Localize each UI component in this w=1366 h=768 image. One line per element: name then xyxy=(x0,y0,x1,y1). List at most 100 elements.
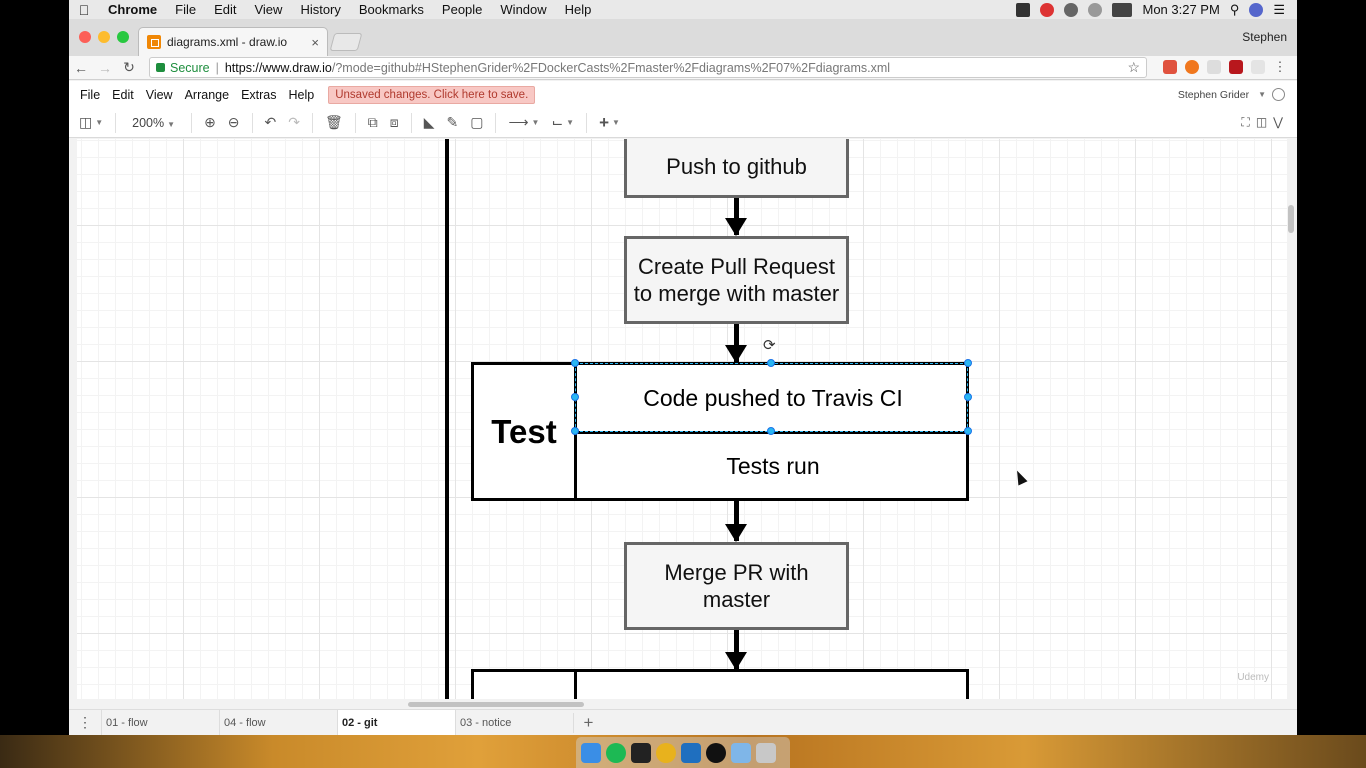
swimlane-divider-line[interactable] xyxy=(445,139,449,699)
resize-handle-s[interactable] xyxy=(767,427,775,435)
zoom-in-icon[interactable]: ⊕ xyxy=(204,114,216,131)
obs-icon[interactable] xyxy=(706,742,726,763)
notification-center-icon[interactable]: ☰ xyxy=(1273,2,1285,18)
mac-menu-app[interactable]: Chrome xyxy=(99,2,166,17)
browser-profile[interactable]: Stephen xyxy=(1242,30,1287,44)
pages-menu-icon[interactable]: ⋮ xyxy=(69,714,101,731)
bookmark-star-icon[interactable]: ☆ xyxy=(1127,59,1140,76)
downloads-folder-icon[interactable] xyxy=(731,742,751,763)
siri-icon[interactable] xyxy=(1249,2,1264,17)
vscode-icon[interactable] xyxy=(681,742,701,763)
back-arrow-icon[interactable]: ← xyxy=(69,60,93,76)
extension-gray-icon[interactable] xyxy=(1251,60,1265,74)
horizontal-scrollbar[interactable] xyxy=(408,702,584,707)
new-tab-button[interactable] xyxy=(329,33,363,51)
ublock-shield-icon[interactable] xyxy=(1229,60,1243,74)
zoom-level-select[interactable]: 200% ▼ xyxy=(132,116,175,130)
spotify-icon[interactable] xyxy=(606,742,626,763)
resize-handle-w[interactable] xyxy=(571,393,579,401)
reload-icon[interactable]: ↻ xyxy=(117,59,141,76)
tests-run-label[interactable]: Tests run xyxy=(577,434,969,498)
deploy-group[interactable]: Code pushed to Travis CI xyxy=(471,669,969,699)
merge-pr-box[interactable]: Merge PR with master xyxy=(624,542,849,630)
push-to-github-box[interactable]: Push to github xyxy=(624,139,849,198)
drawio-menu-arrange[interactable]: Arrange xyxy=(179,88,235,102)
mac-menu-file[interactable]: File xyxy=(166,2,205,17)
format-panel-toggle-icon[interactable]: ◫ ▼ xyxy=(79,114,103,131)
mac-menu-history[interactable]: History xyxy=(291,2,349,17)
line-color-icon[interactable]: ✎ xyxy=(446,114,458,131)
diagram-canvas[interactable]: Push to github Create Pull Request to me… xyxy=(77,139,1287,699)
page-tab-03-notice[interactable]: 03 - notice xyxy=(455,709,573,735)
page-tab-01-flow[interactable]: 01 - flow xyxy=(101,709,219,735)
create-pull-request-box[interactable]: Create Pull Request to merge with master xyxy=(624,236,849,324)
page-tab-04-flow[interactable]: 04 - flow xyxy=(219,709,337,735)
spotlight-search-icon[interactable]: ⚲ xyxy=(1230,2,1240,18)
zoom-window-button[interactable] xyxy=(117,31,129,43)
to-back-icon[interactable]: ⧈ xyxy=(390,114,399,131)
apple-icon[interactable]:  xyxy=(69,2,99,18)
terminal-icon[interactable] xyxy=(631,742,651,763)
extension-orange-icon[interactable] xyxy=(1185,60,1199,74)
glasses-icon[interactable] xyxy=(1064,2,1079,17)
resize-handle-ne[interactable] xyxy=(964,359,972,367)
unsaved-changes-button[interactable]: Unsaved changes. Click here to save. xyxy=(328,85,536,104)
drawio-menu-help[interactable]: Help xyxy=(283,88,321,102)
shadow-icon[interactable]: ▢ xyxy=(470,114,483,131)
arrow-test-to-merge[interactable] xyxy=(725,501,747,542)
chrome-icon[interactable] xyxy=(656,742,676,763)
docker-icon[interactable] xyxy=(1016,2,1031,17)
language-globe-icon[interactable] xyxy=(1272,88,1285,101)
vertical-scrollbar[interactable] xyxy=(1288,205,1294,233)
browser-tab-active[interactable]: diagrams.xml - draw.io × xyxy=(138,27,328,56)
wifi-icon[interactable] xyxy=(1088,2,1103,17)
minimize-window-button[interactable] xyxy=(98,31,110,43)
insert-plus-icon[interactable]: + ▼ xyxy=(599,113,620,133)
rotate-handle-icon[interactable]: ⟳ xyxy=(763,336,776,354)
battery-icon[interactable] xyxy=(1112,2,1133,17)
mac-menu-bookmarks[interactable]: Bookmarks xyxy=(350,2,433,17)
arrow-merge-to-deploy[interactable] xyxy=(725,630,747,670)
extension-red-icon[interactable] xyxy=(1163,60,1177,74)
finder-icon[interactable] xyxy=(581,742,601,763)
drawio-user-menu[interactable]: Stephen Grider ▼ xyxy=(1178,88,1285,101)
connection-style-icon[interactable]: ⟶ ▼ xyxy=(508,114,539,131)
tab-close-icon[interactable]: × xyxy=(311,35,319,50)
add-page-plus-icon[interactable]: + xyxy=(573,712,603,733)
format-panel-icon[interactable]: ◫ xyxy=(1256,115,1267,130)
collapse-chevron-icon[interactable]: ⋁ xyxy=(1273,115,1283,130)
deploy-row-label[interactable]: Code pushed to Travis CI xyxy=(577,682,969,700)
arrow-pr-to-test[interactable] xyxy=(725,324,747,363)
resize-handle-sw[interactable] xyxy=(571,427,579,435)
drawio-menu-file[interactable]: File xyxy=(69,88,106,102)
zoom-out-icon[interactable]: ⊖ xyxy=(228,114,240,131)
page-tab-02-git[interactable]: 02 - git xyxy=(337,709,455,735)
drawio-menu-edit[interactable]: Edit xyxy=(106,88,140,102)
drawio-menu-view[interactable]: View xyxy=(140,88,179,102)
resize-handle-e[interactable] xyxy=(964,393,972,401)
creative-cloud-icon[interactable] xyxy=(1040,2,1055,17)
forward-arrow-icon[interactable]: → xyxy=(93,60,117,76)
trash-icon[interactable] xyxy=(756,742,776,763)
mac-menu-window[interactable]: Window xyxy=(491,2,555,17)
chrome-menu-icon[interactable]: ⋮ xyxy=(1273,60,1287,74)
resize-handle-se[interactable] xyxy=(964,427,972,435)
redo-icon[interactable]: ↷ xyxy=(288,114,300,131)
mac-menu-edit[interactable]: Edit xyxy=(205,2,245,17)
arrow-push-to-pr[interactable] xyxy=(725,198,747,236)
waypoints-icon[interactable]: ⌙ ▼ xyxy=(551,114,574,131)
resize-handle-nw[interactable] xyxy=(571,359,579,367)
undo-icon[interactable]: ↶ xyxy=(265,114,277,131)
to-front-icon[interactable]: ⧉ xyxy=(368,114,378,131)
delete-trash-icon[interactable]: 🗑 xyxy=(325,114,343,131)
extension-css-icon[interactable] xyxy=(1207,60,1221,74)
fill-color-icon[interactable]: ◣ xyxy=(424,114,435,131)
mac-menu-people[interactable]: People xyxy=(433,2,491,17)
url-input[interactable]: Secure | https://www.draw.io /?mode=gith… xyxy=(149,57,1147,78)
drawio-menu-extras[interactable]: Extras xyxy=(235,88,282,102)
menubar-clock[interactable]: Mon 3:27 PM xyxy=(1142,2,1219,17)
resize-handle-n[interactable] xyxy=(767,359,775,367)
mac-menu-help[interactable]: Help xyxy=(556,2,601,17)
mac-menu-view[interactable]: View xyxy=(245,2,291,17)
fullscreen-icon[interactable]: ⛶ xyxy=(1241,115,1249,130)
